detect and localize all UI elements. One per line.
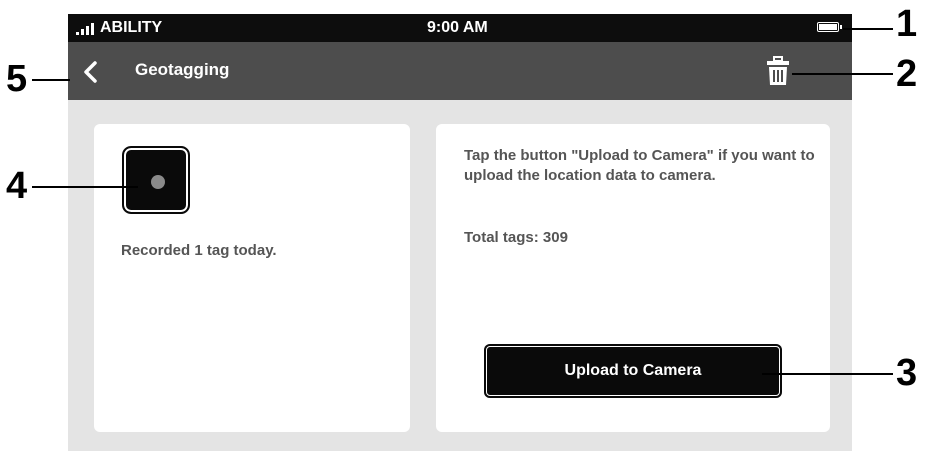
callout-3-line [762, 373, 893, 375]
back-button[interactable] [80, 60, 100, 84]
total-tags-text: Total tags: 309 [464, 229, 568, 246]
status-time: 9:00 AM [427, 19, 488, 36]
callout-2: 2 [896, 53, 918, 95]
trash-icon [767, 56, 789, 85]
status-bar: ABILITY 9:00 AM [68, 14, 852, 42]
phone-screen: ABILITY 9:00 AM Geotagging Recorded 1 ta… [68, 14, 852, 451]
callout-4: 4 [6, 165, 28, 207]
recorded-count-text: Recorded 1 tag today. [121, 242, 277, 259]
callout-4-line [32, 186, 138, 188]
back-chevron-icon [84, 61, 97, 83]
callout-5-line [32, 79, 70, 81]
callout-1-line [843, 28, 893, 30]
upload-instruction-text: Tap the button "Upload to Camera" if you… [464, 147, 815, 184]
upload-panel: Tap the button "Upload to Camera" if you… [436, 124, 830, 432]
nav-bar: Geotagging [68, 42, 852, 100]
battery-icon [817, 22, 842, 32]
record-icon [151, 175, 165, 189]
callout-3: 3 [896, 352, 918, 394]
signal-icon [76, 23, 98, 35]
record-button[interactable] [122, 146, 190, 214]
page-title: Geotagging [135, 60, 230, 79]
callout-1: 1 [896, 3, 918, 45]
carrier-name: ABILITY [100, 19, 163, 36]
upload-to-camera-button[interactable]: Upload to Camera [484, 344, 782, 398]
delete-button[interactable] [766, 56, 790, 86]
recording-panel: Recorded 1 tag today. [94, 124, 410, 432]
callout-5: 5 [6, 58, 28, 100]
callout-2-line [792, 73, 893, 75]
